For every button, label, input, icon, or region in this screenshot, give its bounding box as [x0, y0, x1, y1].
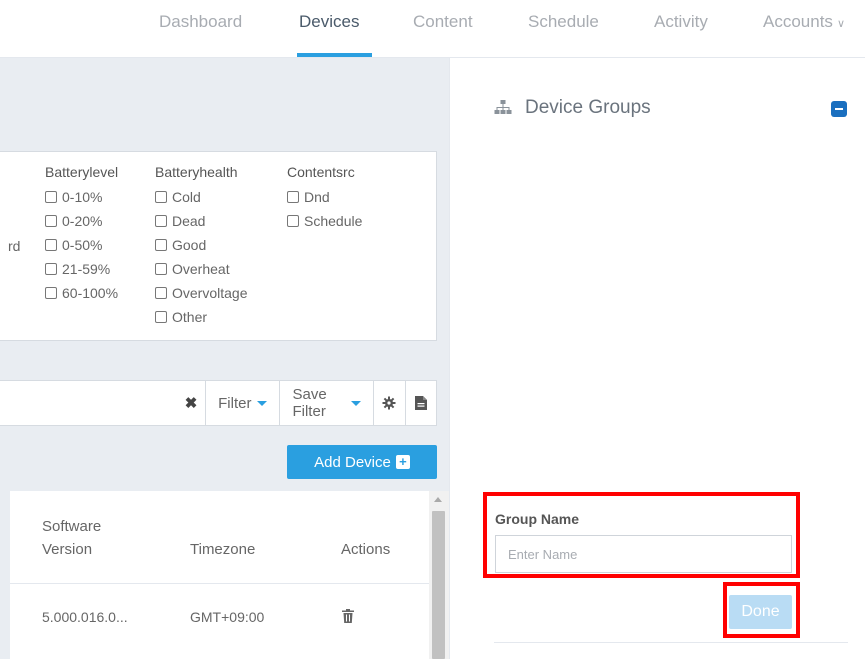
chevron-down-icon: ∨ — [836, 18, 845, 30]
filter-option-label: 60-100% — [62, 285, 119, 301]
filter-option-label: Schedule — [304, 213, 363, 229]
column-header-actions: Actions — [341, 541, 391, 558]
filter-header: Batteryhealth — [155, 164, 238, 180]
plus-square-icon: + — [395, 455, 410, 469]
active-tab-indicator — [297, 53, 372, 57]
divider — [494, 642, 848, 643]
gear-icon — [382, 396, 396, 410]
filter-option[interactable]: 0-10% — [45, 185, 118, 209]
devices-panel: rd Batterylevel 0-10% 0-20% 0-50% 21-59%… — [0, 58, 449, 659]
export-button[interactable] — [404, 381, 436, 425]
device-groups-panel: Device Groups Group Name Done — [449, 58, 865, 659]
checkbox[interactable] — [45, 287, 57, 299]
checkbox[interactable] — [45, 215, 57, 227]
save-filter-dropdown-button[interactable]: Save Filter — [279, 381, 373, 425]
filter-column-contentsrc: Contentsrc Dnd Schedule — [287, 164, 362, 233]
row-divider — [10, 583, 429, 584]
nav-dashboard[interactable]: Dashboard — [159, 12, 242, 32]
filter-column-batterylevel: Batterylevel 0-10% 0-20% 0-50% 21-59% 60… — [45, 164, 118, 305]
filter-option-label: 21-59% — [62, 261, 111, 277]
filter-option[interactable]: Dead — [155, 209, 247, 233]
sitemap-icon — [494, 100, 512, 114]
done-button[interactable]: Done — [729, 595, 792, 629]
nav-devices[interactable]: Devices — [299, 12, 359, 32]
checkbox[interactable] — [155, 191, 167, 203]
checkbox[interactable] — [155, 215, 167, 227]
nav-activity[interactable]: Activity — [654, 12, 708, 32]
checkbox[interactable] — [45, 263, 57, 275]
filter-option-label: 0-50% — [62, 237, 103, 253]
scrollbar-thumb[interactable] — [432, 511, 445, 659]
devices-table: Software Version Timezone Actions 5.000.… — [10, 491, 429, 659]
document-icon — [414, 396, 427, 410]
filter-option-label: Other — [172, 309, 208, 325]
filter-option[interactable]: Dnd — [287, 185, 362, 209]
filter-option-label: Cold — [172, 189, 201, 205]
partial-filter-label: rd — [8, 238, 21, 254]
checkbox[interactable] — [155, 263, 167, 275]
group-name-label: Group Name — [495, 511, 580, 527]
checkbox[interactable] — [155, 287, 167, 299]
nav-accounts[interactable]: Accounts ∨ — [763, 12, 845, 32]
group-name-input[interactable] — [495, 535, 792, 573]
cell-software-version: 5.000.016.0... — [42, 609, 128, 625]
top-navigation: Dashboard Devices Content Schedule Activ… — [0, 0, 865, 58]
nav-schedule[interactable]: Schedule — [528, 12, 599, 32]
filter-option[interactable]: Good — [155, 233, 247, 257]
add-device-label: Add Device — [314, 453, 391, 471]
trash-icon[interactable] — [342, 609, 354, 623]
filter-button-label: Filter — [218, 394, 252, 412]
nav-accounts-label: Accounts — [763, 12, 833, 31]
filter-option-label: 0-20% — [62, 213, 103, 229]
filter-option[interactable]: 0-50% — [45, 233, 118, 257]
cell-timezone: GMT+09:00 — [190, 609, 265, 625]
filter-option-label: Good — [172, 237, 207, 253]
column-header-timezone[interactable]: Timezone — [190, 538, 255, 561]
checkbox[interactable] — [45, 191, 57, 203]
nav-content[interactable]: Content — [413, 12, 473, 32]
clear-search-icon[interactable]: ✖ — [177, 381, 205, 425]
caret-down-icon — [351, 400, 362, 406]
filter-option[interactable]: 60-100% — [45, 281, 118, 305]
checkbox[interactable] — [155, 311, 167, 323]
filter-option[interactable]: Overvoltage — [155, 281, 247, 305]
add-device-button[interactable]: Add Device + — [287, 445, 437, 479]
filter-option[interactable]: 21-59% — [45, 257, 118, 281]
filter-option[interactable]: Other — [155, 305, 247, 329]
filter-option[interactable]: Overheat — [155, 257, 247, 281]
scroll-up-arrow-icon[interactable] — [434, 497, 442, 502]
filter-column-batteryhealth: Batteryhealth Cold Dead Good Overheat Ov… — [155, 164, 247, 329]
filter-option-label: 0-10% — [62, 189, 103, 205]
device-groups-title: Device Groups — [525, 97, 651, 118]
filter-option-label: Overheat — [172, 261, 230, 277]
filter-panel: rd Batterylevel 0-10% 0-20% 0-50% 21-59%… — [0, 151, 437, 341]
checkbox[interactable] — [45, 239, 57, 251]
checkbox[interactable] — [155, 239, 167, 251]
filter-header: Batterylevel — [45, 164, 119, 180]
filter-option-label: Dead — [172, 213, 206, 229]
filter-option[interactable]: 0-20% — [45, 209, 118, 233]
settings-button[interactable] — [373, 381, 404, 425]
table-scrollbar[interactable] — [429, 491, 449, 659]
filter-option-label: Overvoltage — [172, 285, 248, 301]
minus-square-icon[interactable] — [831, 101, 847, 117]
checkbox[interactable] — [287, 215, 299, 227]
search-input[interactable] — [0, 381, 177, 425]
filter-option[interactable]: Schedule — [287, 209, 362, 233]
filter-dropdown-button[interactable]: Filter — [205, 381, 279, 425]
filter-header: Contentsrc — [287, 164, 355, 180]
column-header-software-version[interactable]: Software Version — [42, 515, 132, 561]
filter-option-label: Dnd — [304, 189, 330, 205]
filter-option[interactable]: Cold — [155, 185, 247, 209]
search-toolbar: ✖ Filter Save Filter — [0, 380, 437, 426]
caret-down-icon — [257, 400, 268, 406]
save-filter-button-label: Save Filter — [292, 386, 327, 420]
checkbox[interactable] — [287, 191, 299, 203]
